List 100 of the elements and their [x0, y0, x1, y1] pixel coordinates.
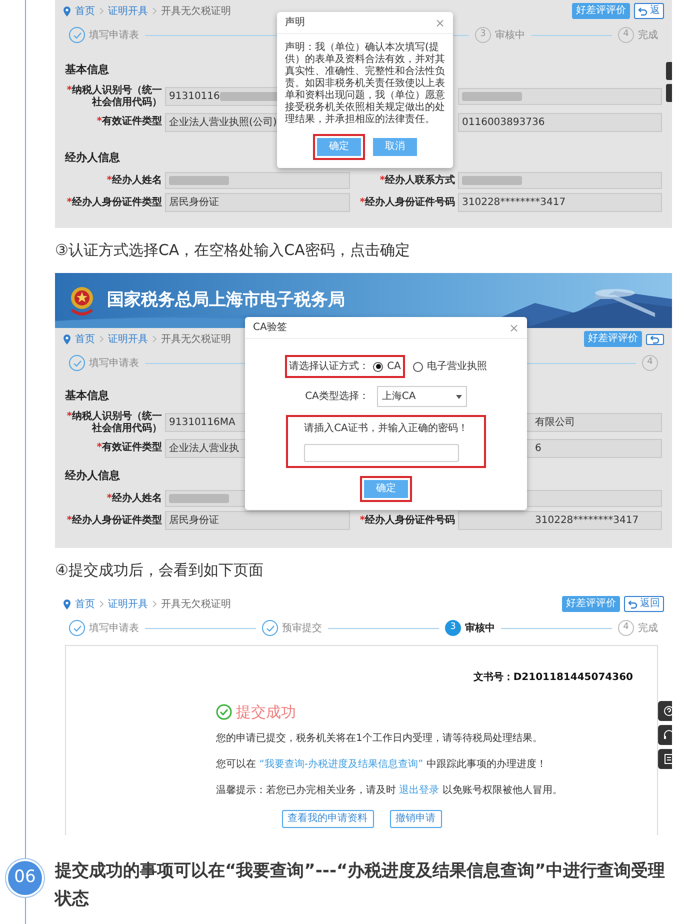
radio-button[interactable]	[373, 362, 384, 372]
document-icon	[662, 753, 672, 765]
step-label: 填写申请表	[89, 28, 139, 42]
field-label: *经办人姓名	[106, 174, 163, 186]
radio-button[interactable]	[412, 362, 423, 372]
rating-button[interactable]: 好差评评价	[562, 596, 620, 612]
breadcrumb-link[interactable]: 证明开具	[108, 4, 148, 18]
step-label: 填写申请表	[89, 622, 139, 636]
chevron-icon	[152, 600, 157, 608]
input-field[interactable]	[165, 172, 350, 189]
section-title: 基本信息	[65, 389, 109, 402]
step-heading: 提交成功的事项可以在“我要查询”---“办税进度及结果信息查询”中进行查询受理状态	[55, 860, 666, 911]
confirm-button[interactable]: 确定	[364, 480, 408, 498]
breadcrumb-link[interactable]: 首页	[75, 332, 95, 346]
input-field[interactable]: 居民身份证	[165, 193, 350, 212]
step-number: 4	[618, 620, 634, 636]
caption-text: ④提交成功后，会看到如下页面	[55, 560, 264, 582]
message-text: 您可以在 “我要查询-办税进度及结果信息查询” 中跟踪此事项的办理进度！	[216, 758, 548, 772]
breadcrumb-current: 开具无欠税证明	[161, 332, 231, 346]
input-field[interactable]: 居民身份证	[165, 511, 350, 530]
step-label: 完成	[638, 622, 658, 636]
field-label: *纳税人识别号（统一社会信用代码）	[66, 410, 163, 434]
field-label: *纳税人识别号（统一社会信用代码）	[66, 84, 163, 108]
step-number: 3	[475, 27, 491, 43]
breadcrumb-link[interactable]: 证明开具	[108, 596, 148, 612]
field-label: *有效证件类型	[96, 116, 163, 128]
breadcrumb-link[interactable]: 首页	[75, 4, 95, 18]
step-label: 预审提交	[282, 622, 322, 636]
success-title: 提交成功	[236, 702, 296, 723]
password-field[interactable]	[304, 444, 460, 462]
rating-button[interactable]: 好差评评价	[572, 3, 630, 19]
outline-button[interactable]: 查看我的申请资料	[282, 810, 374, 828]
chevron-icon	[152, 7, 157, 15]
field-label: 请选择认证方式：	[289, 360, 370, 374]
chevron-icon	[99, 7, 104, 15]
site-title: 国家税务总局上海市电子税务局	[107, 288, 345, 312]
step-label: 审核中	[495, 28, 525, 42]
back-button[interactable]: 返回	[624, 596, 664, 612]
confirm-button[interactable]: 确定	[317, 138, 361, 156]
step-number: 3	[445, 620, 461, 636]
select-field[interactable]: 上海CA	[376, 386, 467, 407]
breadcrumb-current: 开具无欠税证明	[161, 4, 231, 18]
message-text: 温馨提示：若您已办完相关业务，请及时 退出登录 以免账号权限被他人冒用。	[216, 784, 564, 798]
breadcrumb-link[interactable]: 首页	[75, 596, 95, 612]
breadcrumb-current: 开具无欠税证明	[161, 598, 231, 612]
step-number: 4	[642, 355, 658, 371]
chevron-icon	[99, 600, 104, 608]
rating-button[interactable]: 好差评评价	[584, 331, 642, 347]
step-number-badge: 06	[8, 861, 42, 895]
side-tab[interactable]	[666, 84, 672, 102]
back-arrow-icon	[650, 334, 660, 344]
field-label: *经办人身份证件号码	[358, 196, 456, 208]
field-label: *经办人姓名	[106, 492, 163, 504]
step-label: 填写申请表	[89, 356, 139, 370]
message-text: 您的申请已提交，税务机关将在1个工作日内受理，请等待税局处理结果。	[216, 732, 544, 746]
step-label: 完成	[638, 28, 658, 42]
radio-label: CA	[387, 360, 401, 374]
section-title: 基本信息	[65, 63, 109, 76]
input-field[interactable]	[458, 172, 662, 189]
chevron-icon	[152, 335, 157, 343]
caret-icon	[456, 394, 462, 398]
field-label: CA类型选择：	[305, 390, 369, 404]
side-button[interactable]	[658, 749, 672, 769]
side-button[interactable]	[658, 701, 672, 721]
field-label: *经办人身份证件类型	[66, 196, 163, 208]
field-label: *有效证件类型	[96, 442, 163, 454]
field-label: *经办人身份证件类型	[66, 514, 163, 526]
chevron-icon	[99, 335, 104, 343]
headset-icon	[662, 729, 672, 741]
section-title: 经办人信息	[65, 468, 120, 482]
back-button[interactable]	[646, 334, 664, 344]
input-field[interactable]: 0116003893736	[458, 112, 662, 132]
caption-text: ③认证方式选择CA，在空格处输入CA密码，点击确定	[55, 240, 411, 262]
side-tab[interactable]	[666, 62, 672, 80]
dialog-title: CA验签	[253, 321, 287, 335]
close-button[interactable]: ×	[434, 16, 445, 30]
back-arrow-icon	[628, 600, 638, 608]
input-field[interactable]: 310228********3417	[458, 193, 662, 212]
location-pin-icon	[63, 6, 71, 16]
step-label: 审核中	[465, 621, 495, 636]
field-label: *经办人身份证件号码	[358, 514, 456, 526]
radio-label: 电子营业执照	[426, 360, 487, 374]
step-number: 4	[618, 27, 634, 43]
field-label: *经办人联系方式	[378, 174, 456, 186]
dialog-title: 声明	[285, 16, 305, 30]
outline-button[interactable]: 撤销申请	[390, 810, 442, 828]
document-number: 文书号：D2101181445074360	[473, 670, 633, 685]
success-check-icon	[216, 704, 232, 720]
help-icon	[662, 705, 672, 717]
breadcrumb-link[interactable]: 证明开具	[108, 332, 148, 346]
close-button[interactable]: ×	[508, 320, 519, 334]
cancel-button[interactable]: 取消	[373, 138, 417, 156]
back-arrow-icon	[638, 6, 648, 16]
input-field[interactable]	[458, 88, 662, 105]
text-link[interactable]: “我要查询-办税进度及结果信息查询”	[259, 758, 424, 770]
input-field[interactable]: 310228********3417	[458, 511, 662, 530]
back-button[interactable]: 返	[634, 3, 664, 19]
side-button[interactable]	[658, 725, 672, 745]
location-pin-icon	[63, 334, 71, 344]
text-link[interactable]: 退出登录	[399, 784, 440, 796]
